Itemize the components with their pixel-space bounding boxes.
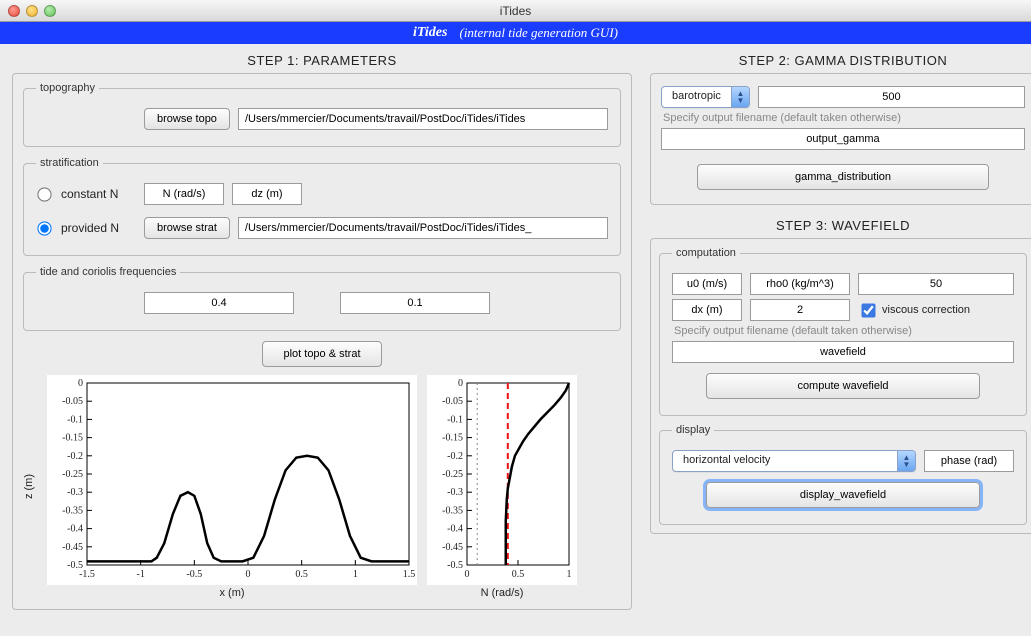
constant-n-radio[interactable]: constant N bbox=[36, 187, 136, 201]
stratification-group: stratification constant N provided N bro… bbox=[23, 157, 621, 256]
step1-heading: STEP 1: PARAMETERS bbox=[12, 54, 632, 67]
svg-text:0: 0 bbox=[458, 378, 463, 389]
x-axis-label-right: N (rad/s) bbox=[427, 587, 577, 599]
wavefield-hint: Specify output filename (default taken o… bbox=[674, 325, 1014, 337]
svg-text:-0.2: -0.2 bbox=[67, 451, 83, 462]
svg-text:-0.3: -0.3 bbox=[67, 487, 83, 498]
svg-text:0: 0 bbox=[465, 569, 470, 580]
svg-text:1: 1 bbox=[353, 569, 358, 580]
dz-input[interactable] bbox=[232, 183, 302, 205]
step2-heading: STEP 2: GAMMA DISTRIBUTION bbox=[650, 54, 1031, 67]
tide-group: tide and coriolis frequencies bbox=[23, 266, 621, 331]
provided-n-radio[interactable]: provided N bbox=[36, 221, 136, 235]
topography-chart: -1.5-1-0.500.511.50-0.05-0.1-0.15-0.2-0.… bbox=[47, 375, 417, 585]
strat-path-input[interactable] bbox=[238, 217, 608, 239]
svg-text:-0.35: -0.35 bbox=[62, 505, 83, 516]
updown-icon: ▲▼ bbox=[897, 451, 915, 471]
banner-title: iTides bbox=[413, 25, 447, 41]
display-var-select[interactable]: horizontal velocity ▲▼ bbox=[672, 450, 916, 472]
dx-input[interactable] bbox=[672, 299, 742, 321]
svg-text:-0.5: -0.5 bbox=[67, 560, 83, 571]
svg-text:0: 0 bbox=[246, 569, 251, 580]
svg-text:-0.05: -0.05 bbox=[62, 396, 83, 407]
u0-input[interactable] bbox=[672, 273, 742, 295]
svg-text:-0.1: -0.1 bbox=[447, 414, 463, 425]
step3-heading: STEP 3: WAVEFIELD bbox=[650, 219, 1031, 232]
viscous-checkbox-input[interactable] bbox=[861, 303, 875, 317]
svg-text:-0.3: -0.3 bbox=[447, 487, 463, 498]
display-legend: display bbox=[672, 424, 714, 436]
n-value-input[interactable] bbox=[144, 183, 224, 205]
window-title: iTides bbox=[0, 4, 1031, 18]
x-axis-label-left: x (m) bbox=[47, 587, 417, 599]
browse-strat-button[interactable]: browse strat bbox=[144, 217, 230, 239]
computation-group: computation viscous correction bbox=[659, 247, 1027, 416]
z-axis-label: z (m) bbox=[23, 474, 43, 499]
svg-text:-1: -1 bbox=[136, 569, 144, 580]
gamma-filename-input[interactable] bbox=[661, 128, 1025, 150]
gamma-hint: Specify output filename (default taken o… bbox=[663, 112, 1025, 124]
plot-button[interactable]: plot topo & strat bbox=[262, 341, 381, 367]
svg-text:0.5: 0.5 bbox=[295, 569, 308, 580]
svg-text:-0.15: -0.15 bbox=[62, 433, 83, 444]
constant-n-radio-input[interactable] bbox=[37, 187, 51, 201]
dx-extra-input[interactable] bbox=[750, 299, 850, 321]
svg-text:-0.35: -0.35 bbox=[442, 505, 463, 516]
f-input[interactable] bbox=[340, 292, 490, 314]
browse-topo-button[interactable]: browse topo bbox=[144, 108, 230, 130]
compute-wavefield-button[interactable]: compute wavefield bbox=[706, 373, 980, 399]
window-titlebar: iTides bbox=[0, 0, 1031, 22]
gamma-num-input[interactable] bbox=[758, 86, 1025, 108]
banner-subtitle: (internal tide generation GUI) bbox=[459, 25, 618, 41]
svg-text:-0.15: -0.15 bbox=[442, 433, 463, 444]
gamma-type-select[interactable]: barotropic ▲▼ bbox=[661, 86, 750, 108]
svg-text:-0.05: -0.05 bbox=[442, 396, 463, 407]
tide-legend: tide and coriolis frequencies bbox=[36, 266, 180, 278]
plot-area: z (m) -1.5-1-0.500.511.50-0.05-0.1-0.15-… bbox=[23, 375, 621, 599]
rho0-input[interactable] bbox=[750, 273, 850, 295]
svg-text:-0.4: -0.4 bbox=[447, 524, 463, 535]
svg-text:-0.2: -0.2 bbox=[447, 451, 463, 462]
stratification-legend: stratification bbox=[36, 157, 103, 169]
computation-legend: computation bbox=[672, 247, 740, 259]
svg-text:-0.5: -0.5 bbox=[186, 569, 202, 580]
display-group: display horizontal velocity ▲▼ display_w… bbox=[659, 424, 1027, 525]
rho0-extra-input[interactable] bbox=[858, 273, 1014, 295]
omega-input[interactable] bbox=[144, 292, 294, 314]
svg-text:1.5: 1.5 bbox=[403, 569, 416, 580]
svg-text:1: 1 bbox=[567, 569, 572, 580]
svg-text:-0.1: -0.1 bbox=[67, 414, 83, 425]
svg-text:-0.25: -0.25 bbox=[442, 469, 463, 480]
gamma-distribution-button[interactable]: gamma_distribution bbox=[697, 164, 988, 190]
viscous-checkbox[interactable]: viscous correction bbox=[858, 301, 970, 320]
provided-n-radio-input[interactable] bbox=[37, 221, 51, 235]
svg-text:-0.5: -0.5 bbox=[447, 560, 463, 571]
topography-group: topography browse topo bbox=[23, 82, 621, 147]
svg-text:-0.4: -0.4 bbox=[67, 524, 83, 535]
svg-text:-0.45: -0.45 bbox=[62, 542, 83, 553]
stratification-chart: 0 0.5 1 0 -0.05 -0.1 -0.15 -0.2 -0.25 -0.3 -0.35 -0… bbox=[427, 375, 577, 585]
svg-text:-0.25: -0.25 bbox=[62, 469, 83, 480]
topography-legend: topography bbox=[36, 82, 99, 94]
topo-path-input[interactable] bbox=[238, 108, 608, 130]
display-wavefield-button[interactable]: display_wavefield bbox=[706, 482, 980, 508]
svg-text:-0.45: -0.45 bbox=[442, 542, 463, 553]
updown-icon: ▲▼ bbox=[731, 87, 749, 107]
svg-text:0: 0 bbox=[78, 378, 83, 389]
svg-text:0.5: 0.5 bbox=[512, 569, 525, 580]
app-banner: iTides (internal tide generation GUI) bbox=[0, 22, 1031, 44]
phase-input[interactable] bbox=[924, 450, 1014, 472]
wavefield-filename-input[interactable] bbox=[672, 341, 1014, 363]
